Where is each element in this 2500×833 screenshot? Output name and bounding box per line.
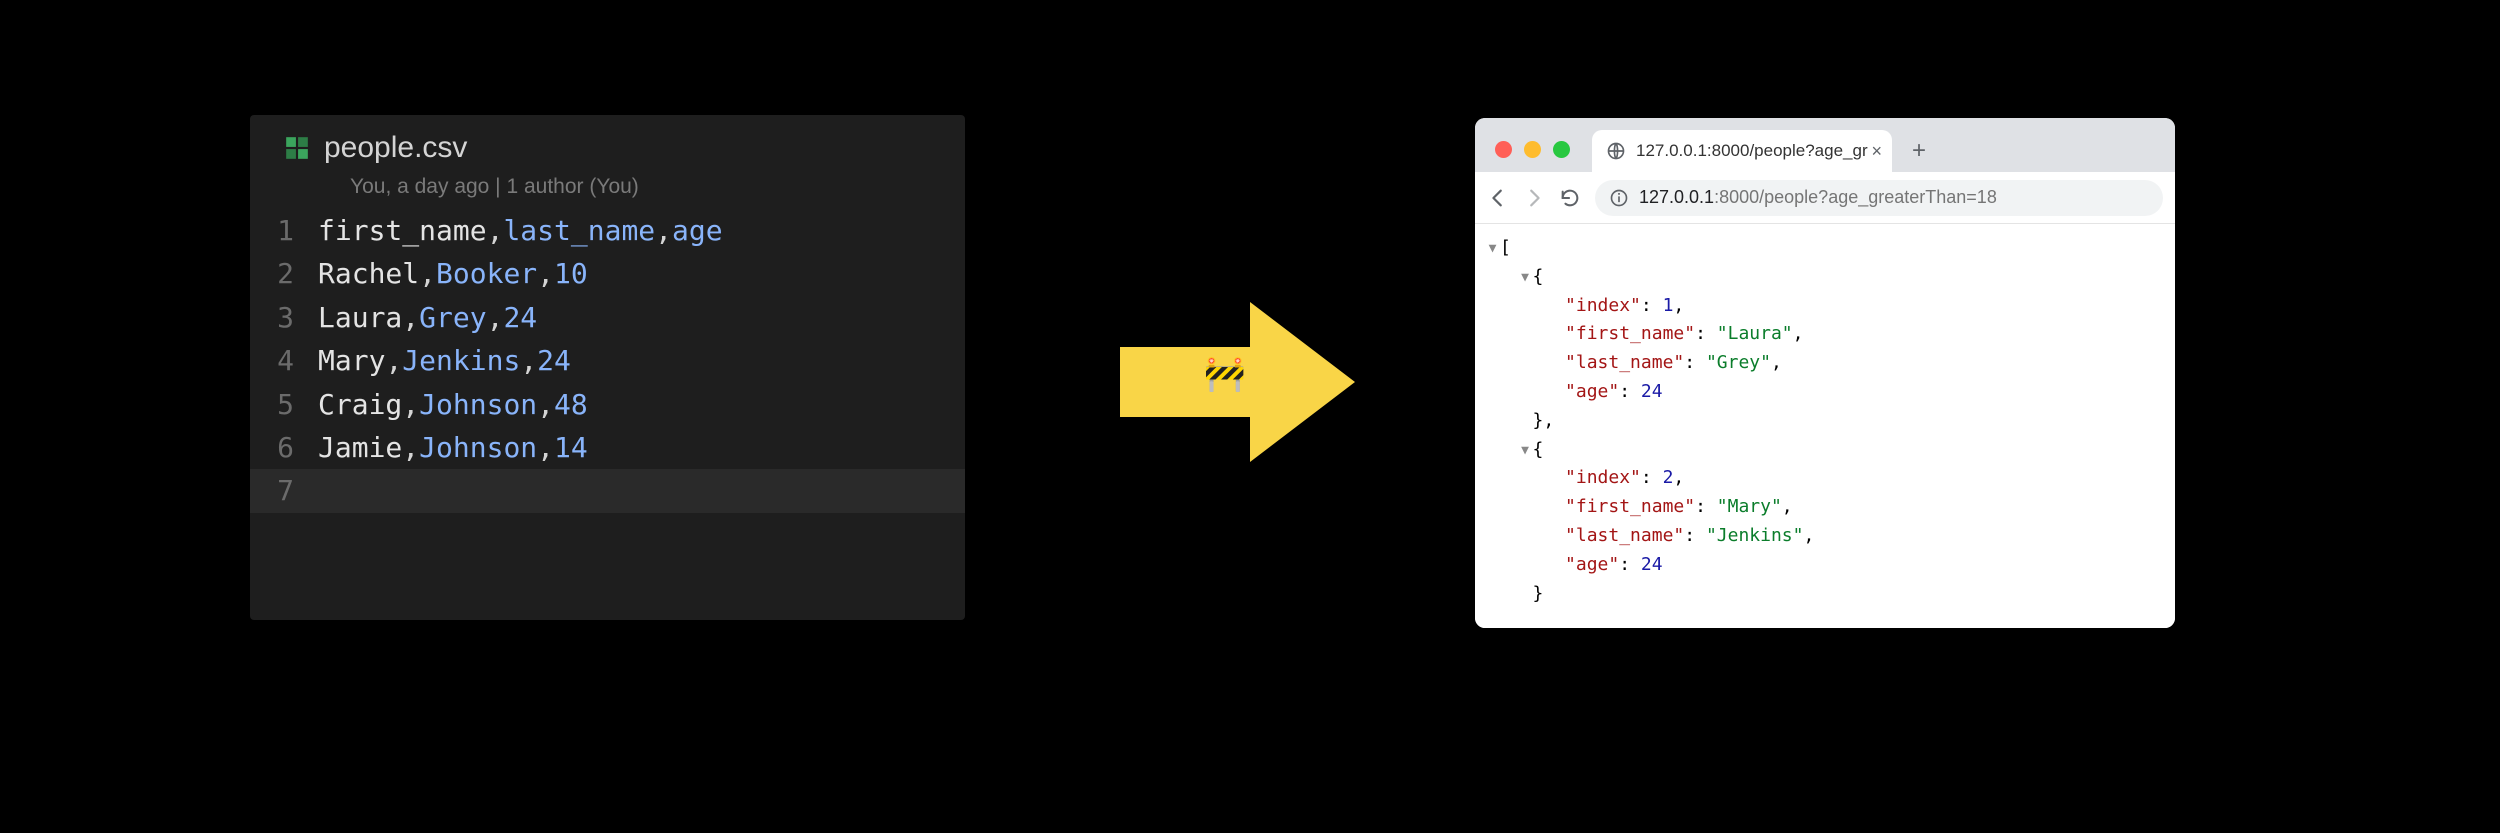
line-number: 1 bbox=[250, 209, 318, 252]
editor-tab[interactable]: people.csv bbox=[250, 115, 965, 173]
json-line: "index": 2, bbox=[1487, 464, 2175, 493]
transformation-arrow: 🚧 bbox=[1100, 292, 1360, 472]
json-line: ▼[ bbox=[1487, 234, 2175, 263]
code-area[interactable]: 1first_name,last_name,age2Rachel,Booker,… bbox=[250, 207, 965, 513]
json-line: ▼{ bbox=[1487, 263, 2175, 292]
address-bar[interactable]: 127.0.0.1:8000/people?age_greaterThan=18 bbox=[1595, 180, 2163, 216]
csv-file-icon bbox=[284, 135, 310, 161]
json-line: } bbox=[1487, 580, 2175, 609]
line-number: 6 bbox=[250, 426, 318, 469]
code-content: Laura,Grey,24 bbox=[318, 296, 965, 339]
close-tab-icon[interactable]: × bbox=[1871, 141, 1882, 162]
code-content: Mary,Jenkins,24 bbox=[318, 339, 965, 382]
reload-button[interactable] bbox=[1559, 187, 1581, 209]
code-line[interactable]: 3Laura,Grey,24 bbox=[250, 296, 965, 339]
git-blame-annotation: You, a day ago | 1 author (You) bbox=[250, 173, 965, 207]
code-line[interactable]: 6Jamie,Johnson,14 bbox=[250, 426, 965, 469]
code-line[interactable]: 2Rachel,Booker,10 bbox=[250, 252, 965, 295]
back-button[interactable] bbox=[1487, 187, 1509, 209]
construction-icon: 🚧 bbox=[1204, 354, 1246, 394]
json-line: "last_name": "Grey", bbox=[1487, 349, 2175, 378]
json-line: "last_name": "Jenkins", bbox=[1487, 522, 2175, 551]
line-number: 4 bbox=[250, 339, 318, 382]
line-number: 7 bbox=[250, 469, 318, 512]
code-content: Craig,Johnson,48 bbox=[318, 383, 965, 426]
window-controls bbox=[1491, 141, 1580, 172]
json-line: ▼{ bbox=[1487, 436, 2175, 465]
line-number: 2 bbox=[250, 252, 318, 295]
json-response-body[interactable]: ▼[ ▼{ "index": 1, "first_name": "Laura",… bbox=[1475, 224, 2175, 628]
globe-icon bbox=[1606, 141, 1626, 161]
code-editor-panel: people.csv You, a day ago | 1 author (Yo… bbox=[250, 115, 965, 620]
maximize-window-button[interactable] bbox=[1553, 141, 1570, 158]
json-line: "index": 1, bbox=[1487, 292, 2175, 321]
code-line[interactable]: 5Craig,Johnson,48 bbox=[250, 383, 965, 426]
json-line: "first_name": "Mary", bbox=[1487, 493, 2175, 522]
url-text: 127.0.0.1:8000/people?age_greaterThan=18 bbox=[1639, 187, 1997, 208]
tab-title: 127.0.0.1:8000/people?age_gr bbox=[1636, 141, 1868, 161]
code-line[interactable]: 7 bbox=[250, 469, 965, 512]
forward-button[interactable] bbox=[1523, 187, 1545, 209]
browser-toolbar: 127.0.0.1:8000/people?age_greaterThan=18 bbox=[1475, 172, 2175, 224]
json-line: "first_name": "Laura", bbox=[1487, 320, 2175, 349]
code-line[interactable]: 4Mary,Jenkins,24 bbox=[250, 339, 965, 382]
code-line[interactable]: 1first_name,last_name,age bbox=[250, 209, 965, 252]
code-content bbox=[318, 469, 965, 512]
browser-window: 127.0.0.1:8000/people?age_gr × + 127.0.0… bbox=[1475, 118, 2175, 628]
code-content: Jamie,Johnson,14 bbox=[318, 426, 965, 469]
browser-tab-strip: 127.0.0.1:8000/people?age_gr × + bbox=[1475, 118, 2175, 172]
code-content: Rachel,Booker,10 bbox=[318, 252, 965, 295]
site-info-icon[interactable] bbox=[1609, 188, 1629, 208]
json-line: "age": 24 bbox=[1487, 378, 2175, 407]
code-content: first_name,last_name,age bbox=[318, 209, 965, 252]
line-number: 3 bbox=[250, 296, 318, 339]
json-line: }, bbox=[1487, 407, 2175, 436]
close-window-button[interactable] bbox=[1495, 141, 1512, 158]
minimize-window-button[interactable] bbox=[1524, 141, 1541, 158]
line-number: 5 bbox=[250, 383, 318, 426]
file-name: people.csv bbox=[324, 131, 467, 165]
browser-tab[interactable]: 127.0.0.1:8000/people?age_gr × bbox=[1592, 130, 1892, 172]
new-tab-button[interactable]: + bbox=[1904, 136, 1934, 166]
json-line: "age": 24 bbox=[1487, 551, 2175, 580]
